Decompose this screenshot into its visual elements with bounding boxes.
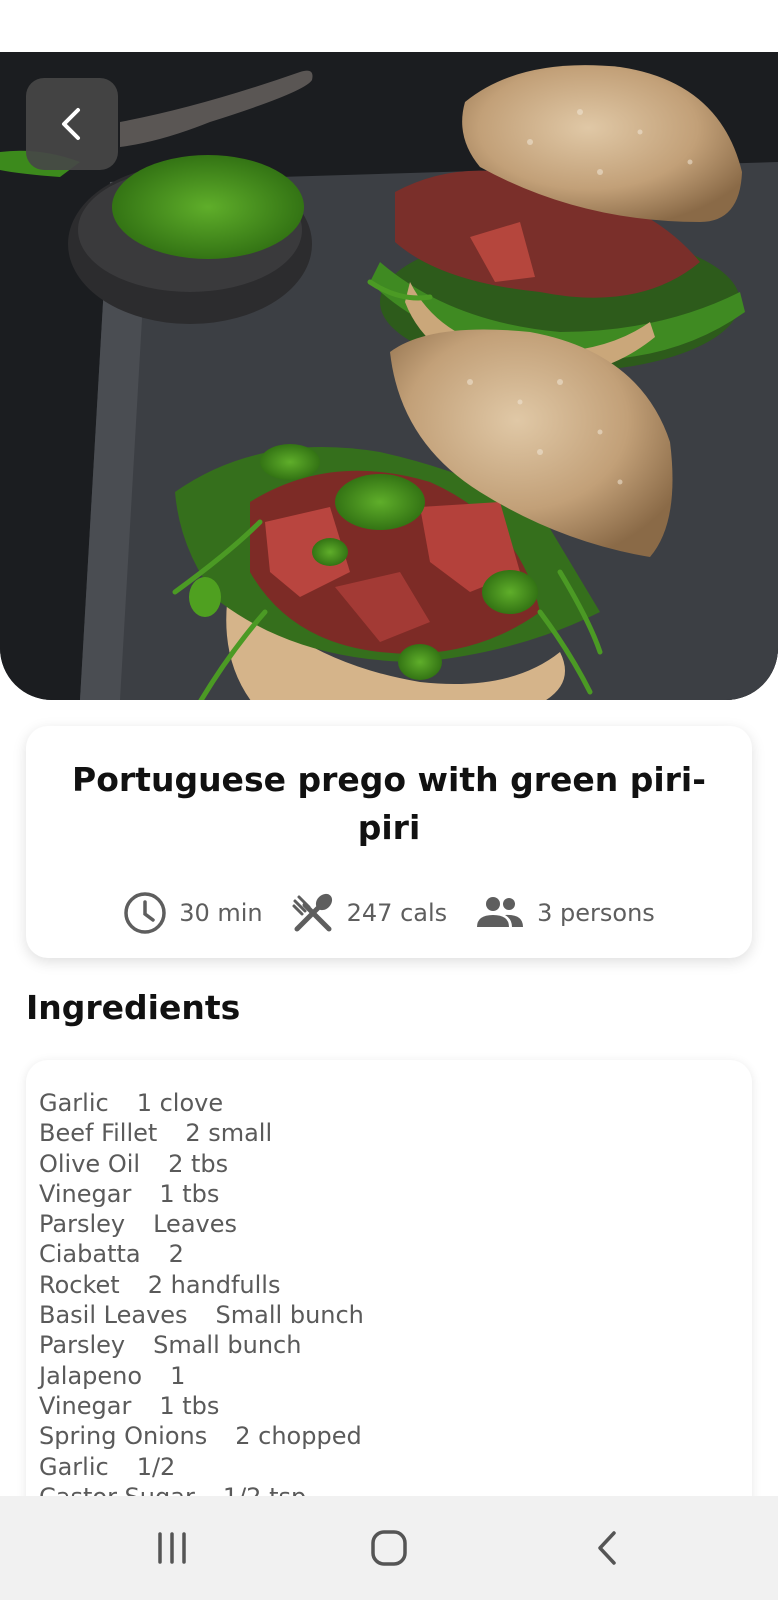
ingredient-amount: 2 handfulls bbox=[147, 1270, 281, 1299]
ingredient-row: Vinegar 1 tbs bbox=[39, 1179, 752, 1209]
cook-time-value: 30 min bbox=[179, 899, 263, 927]
ingredient-name: Rocket bbox=[39, 1270, 120, 1299]
ingredient-row: Vinegar 1 tbs bbox=[39, 1391, 752, 1421]
ingredient-name: Jalapeno bbox=[39, 1361, 143, 1390]
ingredient-name: Parsley bbox=[39, 1210, 126, 1239]
ingredient-row: Parsley Small bunch bbox=[39, 1330, 752, 1360]
ingredient-name: Garlic bbox=[39, 1089, 109, 1117]
recipe-title: Portuguese prego with green piri-piri bbox=[72, 760, 706, 847]
ingredient-name: Ciabatta bbox=[39, 1240, 141, 1269]
ingredient-name: Parsley bbox=[39, 1331, 126, 1360]
ingredient-name: Spring Onions bbox=[39, 1422, 208, 1451]
ingredient-amount: 1/2 bbox=[136, 1452, 176, 1481]
servings-value: 3 persons bbox=[537, 899, 655, 927]
ingredient-row: Rocket 2 handfulls bbox=[39, 1270, 752, 1300]
cook-time: 30 min bbox=[123, 891, 263, 935]
ingredient-row: Ciabatta 2 bbox=[39, 1239, 752, 1269]
system-back-button[interactable] bbox=[576, 1524, 640, 1572]
ingredient-amount: 1 tbs bbox=[159, 1391, 220, 1420]
calories-value: 247 cals bbox=[346, 899, 448, 927]
ingredient-row: Basil Leaves Small bunch bbox=[39, 1300, 752, 1330]
servings: 3 persons bbox=[475, 893, 655, 933]
ingredient-amount: Small bunch bbox=[153, 1331, 302, 1360]
ingredient-name: Vinegar bbox=[39, 1179, 132, 1208]
ingredient-amount: 1 tbs bbox=[159, 1179, 220, 1208]
system-nav-bar bbox=[0, 1496, 778, 1600]
ingredient-amount: 2 small bbox=[185, 1119, 273, 1148]
ingredient-amount: 2 chopped bbox=[235, 1422, 362, 1451]
people-icon bbox=[475, 893, 525, 933]
ingredient-row: Spring Onions 2 chopped bbox=[39, 1421, 752, 1451]
status-bar bbox=[0, 0, 778, 52]
ingredient-amount: 1 clove bbox=[136, 1089, 224, 1117]
recipe-summary-card: Portuguese prego with green piri-piri 30… bbox=[26, 726, 752, 958]
utensils-icon bbox=[291, 891, 335, 935]
ingredient-name: Basil Leaves bbox=[39, 1301, 188, 1330]
ingredient-row: Garlic 1/2 bbox=[39, 1452, 752, 1482]
recipe-meta-row: 30 min 247 cals 3 persons bbox=[26, 890, 752, 936]
recent-apps-icon bbox=[158, 1532, 186, 1564]
ingredient-amount: 2 bbox=[168, 1240, 184, 1269]
ingredient-name: Vinegar bbox=[39, 1391, 132, 1420]
chevron-left-icon bbox=[62, 108, 80, 140]
back-button[interactable] bbox=[26, 78, 118, 170]
ingredient-row: Beef Fillet 2 small bbox=[39, 1118, 752, 1148]
ingredients-list: Garlic 1 clove Beef Fillet 2 small Olive O… bbox=[26, 1060, 752, 1512]
ingredient-row: Parsley Leaves bbox=[39, 1209, 752, 1239]
ingredient-name: Beef Fillet bbox=[39, 1119, 158, 1148]
ingredient-amount: 1 bbox=[170, 1361, 186, 1390]
clock-icon bbox=[123, 891, 167, 935]
home-icon bbox=[371, 1530, 407, 1566]
recent-apps-button[interactable] bbox=[140, 1524, 204, 1572]
chevron-left-icon bbox=[598, 1531, 616, 1565]
ingredient-row: Olive Oil 2 tbs bbox=[39, 1149, 752, 1179]
ingredient-amount: 2 tbs bbox=[168, 1149, 229, 1178]
ingredient-name: Olive Oil bbox=[39, 1149, 141, 1178]
home-button[interactable] bbox=[357, 1524, 421, 1572]
ingredient-row: Jalapeno 1 bbox=[39, 1361, 752, 1391]
ingredients-heading: Ingredients bbox=[26, 988, 241, 1027]
ingredient-row: Garlic 1 clove bbox=[39, 1088, 752, 1118]
ingredient-name: Garlic bbox=[39, 1452, 109, 1481]
calories: 247 cals bbox=[291, 891, 448, 935]
ingredient-amount: Leaves bbox=[153, 1210, 238, 1239]
ingredient-amount: Small bunch bbox=[215, 1301, 364, 1330]
